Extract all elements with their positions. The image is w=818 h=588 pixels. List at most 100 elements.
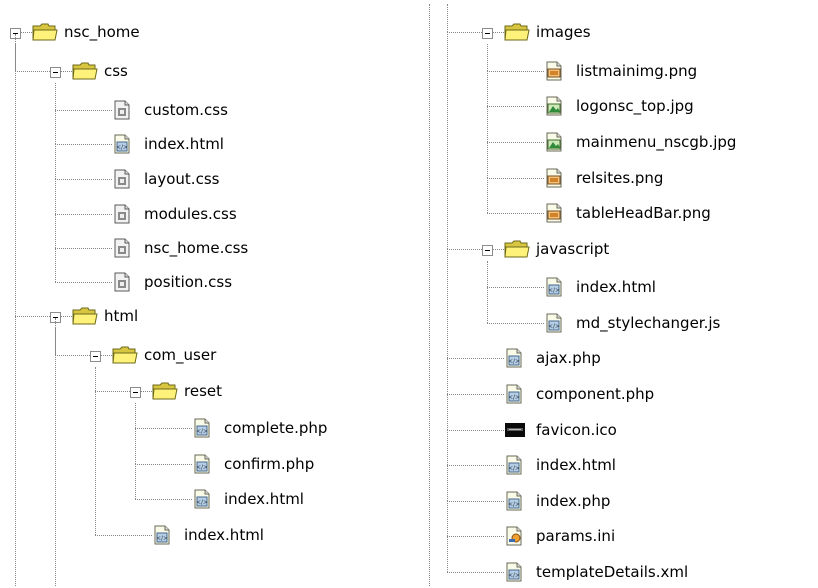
tree-item-label: md_stylechanger.js	[576, 314, 721, 332]
folder-icon	[152, 381, 178, 401]
svg-text:</>: </>	[508, 501, 520, 508]
tree-connector-line	[55, 83, 56, 110]
css-file-icon	[112, 238, 132, 258]
tree-connector-line	[55, 144, 112, 145]
tree-item-label: listmainimg.png	[576, 62, 698, 80]
tree-item-label: index.html	[224, 490, 304, 508]
tree-item-label: component.php	[536, 385, 655, 403]
php-file-icon: </>	[192, 454, 212, 474]
tree-item-label: javascript	[536, 240, 610, 258]
svg-text:</>: </>	[548, 323, 560, 330]
tree-item-label: com_user	[144, 346, 217, 364]
image-file-icon	[544, 203, 564, 223]
collapse-toggle[interactable]	[482, 28, 493, 39]
collapse-toggle[interactable]	[130, 387, 141, 398]
php-file-icon: </>	[504, 384, 524, 404]
tree-connector-line	[493, 32, 504, 33]
jpg-file-icon	[544, 132, 564, 152]
tree-item-label: index.html	[144, 135, 224, 153]
tree-connector-line	[447, 394, 504, 395]
tree-connector-line	[95, 391, 96, 535]
tree-item-label: mainmenu_nscgb.jpg	[576, 133, 737, 151]
tree-connector-line	[487, 71, 488, 106]
xml-file-icon: </>	[504, 562, 524, 582]
favicon-file-icon	[504, 420, 525, 440]
folder-icon	[72, 61, 98, 81]
tree-item-label: templateDetails.xml	[536, 563, 689, 581]
tree-item-label: images	[536, 23, 591, 41]
tree-connector-line	[55, 179, 56, 214]
tree-connector-line	[55, 179, 112, 180]
tree-item-label: index.html	[576, 278, 656, 296]
tree-item-label: index.html	[184, 526, 264, 544]
collapse-toggle[interactable]	[50, 67, 61, 78]
tree-connector-line	[55, 110, 112, 111]
tree-connector-line	[55, 110, 56, 144]
php-file-icon: </>	[504, 491, 524, 511]
tree-connector-line	[447, 572, 504, 573]
tree-connector-line	[447, 394, 448, 430]
tree-connector-line	[95, 391, 130, 392]
tree-connector-line	[135, 464, 136, 499]
js-file-icon: </>	[544, 313, 564, 333]
tree-connector-line	[487, 287, 544, 288]
tree-item-label: index.php	[536, 492, 611, 510]
tree-connector-line	[447, 358, 448, 394]
tree-connector-line	[55, 144, 56, 179]
php-file-icon: </>	[192, 418, 212, 438]
tree-connector-line	[55, 214, 56, 248]
tree-connector-line	[447, 249, 482, 250]
tree-connector-line	[101, 355, 112, 356]
tree-connector-line	[135, 428, 192, 429]
tree-connector-line	[447, 358, 504, 359]
tree-connector-line	[95, 367, 96, 391]
tree-connector-line	[487, 106, 544, 107]
svg-text:</>: </>	[508, 394, 520, 401]
tree-connector-line	[447, 430, 448, 465]
svg-text:</>: </>	[508, 358, 520, 365]
tree-connector-line	[55, 248, 56, 282]
folder-icon	[32, 22, 58, 42]
tree-connector-line	[487, 178, 544, 179]
collapse-toggle[interactable]	[482, 245, 493, 256]
svg-text:</>: </>	[196, 499, 208, 506]
html-file-icon: </>	[544, 277, 564, 297]
svg-text:</>: </>	[196, 464, 208, 471]
html-file-icon: </>	[192, 489, 212, 509]
tree-connector-line	[135, 499, 192, 500]
folder-icon	[504, 239, 530, 259]
svg-text:</>: </>	[548, 287, 560, 294]
tree-item-label: nsc_home	[64, 23, 140, 41]
css-file-icon	[112, 169, 132, 189]
column-separator	[429, 4, 430, 586]
svg-text:</>: </>	[508, 572, 520, 579]
tree-connector-line	[447, 249, 448, 358]
file-tree: nsc_home css custom.css </> index.html l…	[0, 0, 818, 586]
tree-connector-line	[447, 32, 448, 249]
tree-connector-line	[447, 501, 504, 502]
folder-icon	[72, 306, 98, 326]
collapse-toggle[interactable]	[90, 351, 101, 362]
tree-item-label: nsc_home.css	[144, 239, 249, 257]
css-file-icon	[112, 272, 132, 292]
tree-item-label: modules.css	[144, 205, 237, 223]
svg-text:</>: </>	[196, 428, 208, 435]
ini-file-icon	[504, 526, 524, 546]
tree-item-label: index.html	[536, 456, 616, 474]
tree-connector-line	[487, 106, 488, 142]
tree-item-label: logonsc_top.jpg	[576, 97, 694, 115]
tree-connector-line	[135, 464, 192, 465]
tree-connector-line	[447, 4, 448, 32]
tree-connector-line	[95, 535, 152, 536]
tree-connector-line	[61, 71, 72, 72]
folder-icon	[504, 22, 530, 42]
tree-connector-line	[487, 71, 544, 72]
css-file-icon	[112, 204, 132, 224]
folder-icon	[112, 345, 138, 365]
tree-connector-line	[447, 536, 504, 537]
tree-connector-line	[135, 428, 136, 464]
tree-connector-line	[493, 249, 504, 250]
tree-connector-line	[487, 287, 488, 323]
tree-connector-line	[447, 465, 504, 466]
tree-connector-line	[15, 316, 50, 317]
